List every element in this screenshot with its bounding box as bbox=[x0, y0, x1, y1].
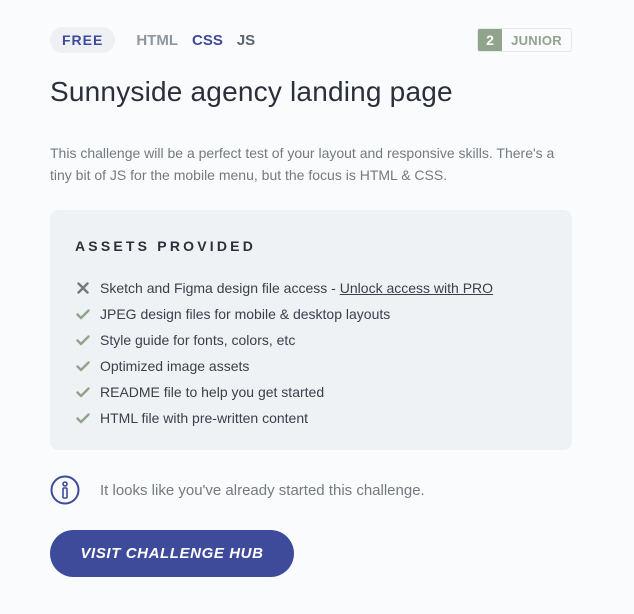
check-icon bbox=[75, 332, 91, 348]
tech-tags: HTML CSS JS bbox=[136, 32, 255, 49]
unlock-pro-link[interactable]: Unlock access with PRO bbox=[340, 280, 493, 296]
price-badge: FREE bbox=[50, 27, 116, 53]
asset-label: JPEG design files for mobile & desktop l… bbox=[100, 306, 391, 322]
challenge-meta-bar: FREE HTML CSS JS 2 JUNIOR bbox=[50, 27, 572, 53]
difficulty-number: 2 bbox=[478, 29, 503, 51]
assets-list: Sketch and Figma design file access - Un… bbox=[75, 275, 493, 431]
assets-heading: ASSETS PROVIDED bbox=[75, 238, 257, 254]
list-item: Style guide for fonts, colors, etc bbox=[75, 327, 493, 353]
asset-label: Style guide for fonts, colors, etc bbox=[100, 332, 296, 348]
check-icon bbox=[75, 384, 91, 400]
tag-css: CSS bbox=[192, 31, 223, 49]
visit-challenge-hub-button[interactable]: VISIT CHALLENGE HUB bbox=[50, 530, 294, 577]
tag-js: JS bbox=[236, 31, 256, 49]
page-title: Sunnyside agency landing page bbox=[50, 76, 453, 107]
challenge-description: This challenge will be a perfect test of… bbox=[50, 145, 555, 183]
asset-label: Sketch and Figma design file access - bbox=[100, 280, 336, 296]
asset-label: HTML file with pre-written content bbox=[100, 410, 308, 426]
list-item: HTML file with pre-written content bbox=[75, 405, 493, 431]
tag-html: HTML bbox=[136, 31, 178, 49]
list-item: Sketch and Figma design file access - Un… bbox=[75, 275, 493, 301]
check-icon bbox=[75, 306, 91, 322]
list-item: Optimized image assets bbox=[75, 353, 493, 379]
check-icon bbox=[75, 410, 91, 426]
info-icon bbox=[50, 475, 80, 505]
list-item: JPEG design files for mobile & desktop l… bbox=[75, 301, 493, 327]
asset-label: README file to help you get started bbox=[100, 384, 325, 400]
list-item: README file to help you get started bbox=[75, 379, 493, 405]
difficulty-label: JUNIOR bbox=[511, 32, 562, 48]
asset-label: Optimized image assets bbox=[100, 358, 250, 374]
assets-panel: ASSETS PROVIDED Sketch and Figma design … bbox=[50, 210, 572, 450]
cross-icon bbox=[75, 280, 91, 296]
check-icon bbox=[75, 358, 91, 374]
notice-text: It looks like you've already started thi… bbox=[100, 481, 425, 499]
difficulty-badge: 2 JUNIOR bbox=[477, 28, 572, 52]
started-notice: It looks like you've already started thi… bbox=[50, 474, 425, 506]
